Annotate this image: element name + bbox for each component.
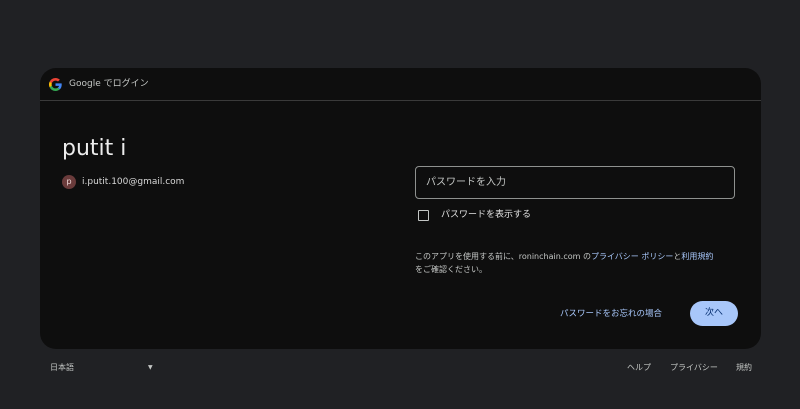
header-title: Google でログイン (69, 79, 149, 89)
show-password-label: パスワードを表示する (441, 210, 532, 220)
show-password-toggle[interactable]: パスワードを表示する (418, 208, 531, 222)
avatar: p (62, 174, 76, 189)
language-selector[interactable]: 日本語 (50, 362, 74, 374)
footer-help-link[interactable]: ヘルプ (627, 362, 651, 374)
show-password-checkbox[interactable] (418, 209, 429, 221)
privacy-policy-link[interactable]: プライバシー ポリシー (591, 252, 673, 261)
footer-terms-link[interactable]: 規約 (736, 362, 752, 374)
sign-in-card: Google でログイン putit i p i.putit.100@gmail… (40, 68, 761, 349)
card-header: Google でログイン (40, 68, 761, 101)
caret-down-icon[interactable]: ▼ (148, 362, 153, 374)
password-input[interactable] (415, 166, 735, 199)
notice-prefix: このアプリを使用する前に、roninchain.com の (415, 252, 591, 261)
next-button[interactable]: 次へ (690, 301, 738, 326)
consent-notice: このアプリを使用する前に、roninchain.com のプライバシー ポリシー… (415, 250, 745, 276)
forgot-password-link[interactable]: パスワードをお忘れの場合 (560, 308, 662, 320)
footer-privacy-link[interactable]: プライバシー (670, 362, 718, 374)
account-name: putit i (62, 136, 127, 161)
terms-link[interactable]: 利用規約 (681, 252, 713, 261)
account-chip[interactable]: p i.putit.100@gmail.com (62, 174, 184, 189)
page: Google でログイン putit i p i.putit.100@gmail… (0, 0, 800, 409)
account-email: i.putit.100@gmail.com (82, 176, 185, 187)
notice-suffix: をご確認ください。 (415, 265, 487, 274)
google-logo-icon (49, 78, 62, 91)
